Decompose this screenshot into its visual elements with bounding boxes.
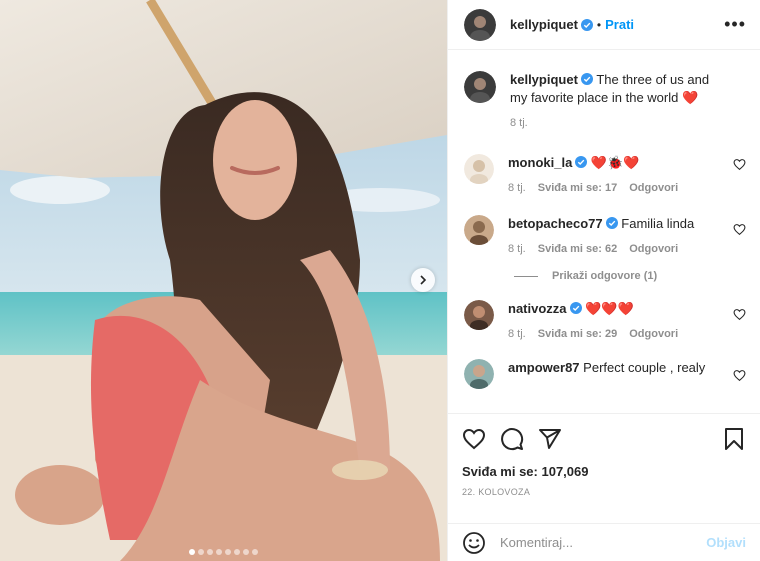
heart-icon[interactable]: [733, 223, 746, 236]
verified-icon: [569, 302, 582, 314]
comment-likes[interactable]: Sviđa mi se: 29: [538, 325, 618, 343]
comment-text: Familia linda: [621, 216, 695, 231]
instagram-post: kellypiquet • Prati ••• kellypiquet The …: [0, 0, 760, 561]
avatar[interactable]: [464, 71, 496, 103]
share-icon[interactable]: [538, 427, 562, 451]
comment-username[interactable]: nativozza: [508, 301, 567, 316]
carousel-dot: [189, 549, 195, 555]
chevron-right-icon: [420, 275, 427, 285]
comment-username[interactable]: monoki_la: [508, 155, 572, 170]
verified-icon: [580, 18, 593, 31]
bookmark-icon[interactable]: [722, 427, 746, 451]
post-sidebar: kellypiquet • Prati ••• kellypiquet The …: [447, 0, 760, 561]
comment-likes[interactable]: Sviđa mi se: 17: [538, 179, 618, 197]
show-replies-button[interactable]: Prikaži odgovore (1): [514, 270, 746, 282]
comment-body: betopacheco77 Familia linda 8 tj. Sviđa …: [508, 215, 746, 258]
carousel-dots: [0, 549, 447, 555]
replies-divider: [514, 275, 538, 277]
comment-text: ❤️🐞❤️: [590, 155, 640, 170]
comments-list[interactable]: kellypiquet The three of us and my favor…: [448, 51, 760, 412]
reply-button[interactable]: Odgovori: [629, 179, 678, 197]
comment-icon[interactable]: [500, 427, 524, 451]
comment-time[interactable]: 8 tj.: [508, 179, 526, 197]
avatar[interactable]: [464, 8, 496, 41]
carousel-dot: [243, 549, 249, 555]
carousel-dot: [216, 549, 222, 555]
carousel-dot: [252, 549, 258, 555]
comment-input[interactable]: [500, 535, 707, 550]
carousel-dot: [207, 549, 213, 555]
avatar[interactable]: [464, 154, 494, 184]
caption-emoji: ❤️: [681, 90, 699, 105]
verified-icon: [580, 73, 593, 85]
verified-icon: [605, 217, 618, 229]
separator-dot: •: [596, 17, 602, 32]
avatar[interactable]: [464, 359, 494, 389]
author-username[interactable]: kellypiquet: [510, 17, 578, 32]
show-replies-label: Prikaži odgovore (1): [552, 270, 658, 282]
comment-body: ampower87 Perfect couple , realy: [508, 359, 746, 389]
comment-body: nativozza ❤️❤️❤️ 8 tj. Sviđa mi se: 29 O…: [508, 300, 746, 343]
next-image-button[interactable]: [411, 268, 435, 292]
comment-item: betopacheco77 Familia linda 8 tj. Sviđa …: [464, 197, 746, 258]
likes-count[interactable]: Sviđa mi se: 107,069: [462, 464, 746, 479]
comment-body: monoki_la ❤️🐞❤️ 8 tj. Sviđa mi se: 17 Od…: [508, 154, 746, 197]
carousel-dot: [198, 549, 204, 555]
comment-username[interactable]: betopacheco77: [508, 216, 603, 231]
comment-likes[interactable]: Sviđa mi se: 62: [538, 240, 618, 258]
caption-time[interactable]: 8 tj.: [510, 114, 528, 132]
comment-meta: 8 tj. Sviđa mi se: 17 Odgovori: [508, 179, 728, 197]
heart-icon[interactable]: [733, 308, 746, 321]
comment-meta: 8 tj. Sviđa mi se: 29 Odgovori: [508, 325, 728, 343]
action-icons: [462, 424, 746, 454]
comment-text: Perfect couple , realy: [583, 360, 706, 375]
avatar[interactable]: [464, 215, 494, 245]
post-date[interactable]: 22. KOLOVOZA: [462, 487, 746, 497]
caption-body: kellypiquet The three of us and my favor…: [510, 71, 746, 132]
comment-text: ❤️❤️❤️: [585, 301, 634, 316]
comment-time[interactable]: 8 tj.: [508, 325, 526, 343]
more-icon[interactable]: •••: [724, 14, 746, 35]
reply-button[interactable]: Odgovori: [629, 240, 678, 258]
carousel-dot: [225, 549, 231, 555]
caption: kellypiquet The three of us and my favor…: [464, 51, 746, 132]
emoji-icon[interactable]: [462, 531, 486, 555]
caption-username[interactable]: kellypiquet: [510, 72, 578, 87]
beach-photo: [0, 0, 447, 561]
post-actions: Sviđa mi se: 107,069 22. KOLOVOZA: [448, 413, 760, 497]
carousel-dot: [234, 549, 240, 555]
post-photo: [0, 0, 447, 561]
verified-icon: [575, 156, 588, 168]
caption-meta: 8 tj.: [510, 114, 728, 132]
avatar[interactable]: [464, 300, 494, 330]
heart-icon[interactable]: [733, 158, 746, 171]
comment-item: nativozza ❤️❤️❤️ 8 tj. Sviđa mi se: 29 O…: [464, 282, 746, 343]
heart-icon[interactable]: [733, 369, 746, 382]
comment-meta: 8 tj. Sviđa mi se: 62 Odgovori: [508, 240, 728, 258]
comment-item: monoki_la ❤️🐞❤️ 8 tj. Sviđa mi se: 17 Od…: [464, 132, 746, 197]
comment-item: ampower87 Perfect couple , realy: [464, 343, 746, 389]
reply-button[interactable]: Odgovori: [629, 325, 678, 343]
comment-time[interactable]: 8 tj.: [508, 240, 526, 258]
comment-username[interactable]: ampower87: [508, 360, 580, 375]
comment-composer: Objavi: [448, 523, 760, 561]
heart-icon[interactable]: [462, 427, 486, 451]
post-header: kellypiquet • Prati •••: [448, 0, 760, 50]
post-comment-button[interactable]: Objavi: [706, 535, 746, 550]
follow-button[interactable]: Prati: [605, 17, 634, 32]
